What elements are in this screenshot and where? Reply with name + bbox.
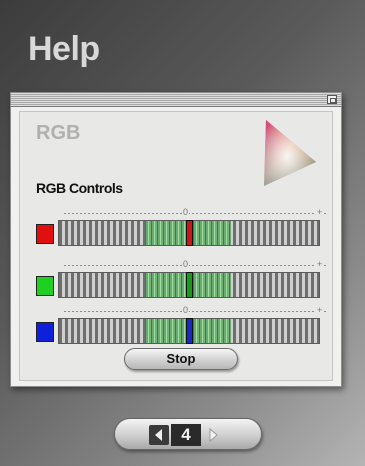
panel-heading: RGB	[36, 122, 81, 144]
page-number: 4	[171, 424, 201, 446]
page-title: Help	[28, 30, 100, 68]
page-navigator: 4	[114, 418, 262, 450]
scale-label-plus: +	[316, 207, 324, 217]
scale-label-zero: 0	[182, 207, 190, 217]
chevron-left-icon[interactable]	[149, 425, 169, 445]
red-slider[interactable]	[58, 220, 320, 246]
color-gamut-triangle-icon	[264, 120, 316, 186]
blue-slider[interactable]	[58, 318, 320, 344]
blue-swatch	[36, 322, 54, 342]
scale-label-zero: 0	[182, 259, 190, 269]
stop-button[interactable]: Stop	[124, 348, 238, 370]
scale-label-plus: +	[316, 259, 324, 269]
chevron-right-icon[interactable]	[203, 425, 223, 445]
slider-row-blue: 0 +	[36, 305, 328, 346]
zoom-box-icon[interactable]	[327, 95, 337, 104]
red-swatch	[36, 224, 54, 244]
red-slider-thumb[interactable]	[186, 220, 193, 246]
slider-row-green: 0 +	[36, 259, 328, 300]
blue-slider-thumb[interactable]	[186, 318, 193, 344]
panel-content: RGB RGB Controls 0 + 0 + 0 + Stop	[19, 111, 333, 381]
scale-line	[64, 213, 326, 214]
scale-label-zero: 0	[182, 305, 190, 315]
scale-line	[64, 311, 326, 312]
green-swatch	[36, 276, 54, 296]
green-slider-thumb[interactable]	[186, 272, 193, 298]
slider-row-red: 0 +	[36, 207, 328, 248]
scale-line	[64, 265, 326, 266]
controls-label: RGB Controls	[36, 180, 123, 196]
green-slider[interactable]	[58, 272, 320, 298]
rgb-panel-window: RGB RGB Controls 0 + 0 + 0 + Stop	[10, 92, 342, 387]
scale-label-plus: +	[316, 305, 324, 315]
panel-titlebar[interactable]	[11, 93, 341, 107]
